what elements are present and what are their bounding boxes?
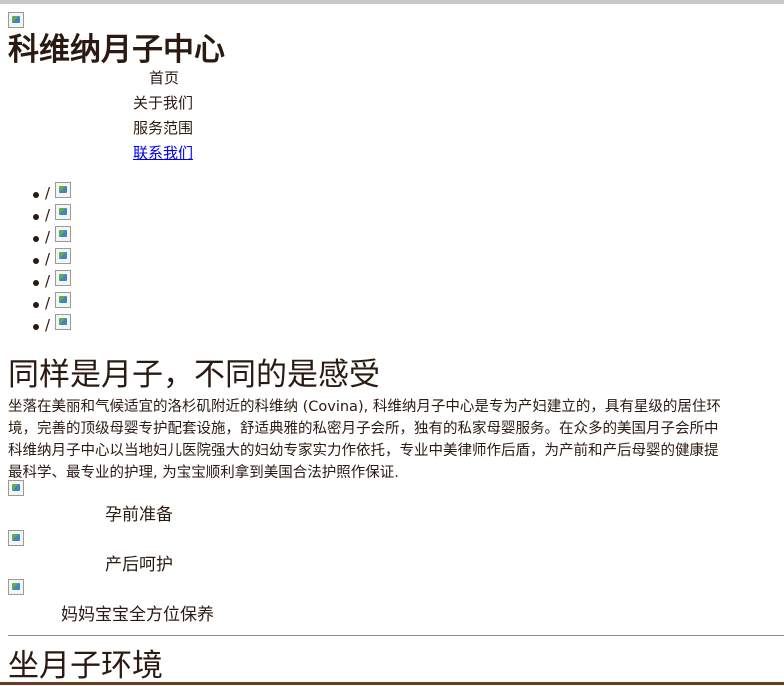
- bullet-icon: [33, 324, 39, 330]
- slider-separator: /: [45, 272, 51, 290]
- intro-line: 坐落在美丽和气候适宜的洛杉矶附近的科维纳 (Covina), 科维纳月子中心是专…: [8, 399, 721, 415]
- slider-separator: /: [45, 228, 51, 246]
- service-broken-image-icon: [8, 579, 24, 595]
- logo-broken-image-icon: [8, 12, 24, 28]
- slider-separator: /: [45, 206, 51, 224]
- intro-line: 科维纳月子中心以当地妇儿医院强大的妇幼专家实力作依托，专业中美律师作后盾，为产前…: [8, 443, 719, 459]
- slide-broken-image-icon: [55, 248, 71, 264]
- nav-item-about[interactable]: 关于我们: [133, 93, 193, 113]
- environment-heading: 坐月子环境: [8, 648, 163, 684]
- slide-broken-image-icon: [55, 204, 71, 220]
- service-label-prenatal: 孕前准备: [105, 505, 173, 525]
- section-divider: [8, 635, 784, 636]
- service-label-care: 妈妈宝宝全方位保养: [61, 605, 214, 625]
- bullet-icon: [33, 258, 39, 264]
- service-label-postnatal: 产后呵护: [105, 555, 173, 575]
- window-top-edge: [0, 0, 784, 4]
- slide-broken-image-icon: [55, 270, 71, 286]
- intro-line: 最科学、最专业的护理, 为宝宝顺利拿到美国合法护照作保证.: [8, 465, 399, 481]
- slider-separator: /: [45, 294, 51, 312]
- service-broken-image-icon: [8, 480, 24, 496]
- bullet-icon: [33, 280, 39, 286]
- bullet-icon: [33, 214, 39, 220]
- slider-separator: /: [45, 316, 51, 334]
- nav-item-contact[interactable]: 联系我们: [133, 143, 193, 163]
- service-broken-image-icon: [8, 530, 24, 546]
- slide-broken-image-icon: [55, 226, 71, 242]
- slider-separator: /: [45, 250, 51, 268]
- nav-item-home[interactable]: 首页: [149, 68, 179, 88]
- intro-heading: 同样是月子，不同的是感受: [8, 357, 380, 393]
- intro-paragraph: 坐落在美丽和气候适宜的洛杉矶附近的科维纳 (Covina), 科维纳月子中心是专…: [8, 396, 784, 484]
- slide-broken-image-icon: [55, 314, 71, 330]
- site-title: 科维纳月子中心: [8, 32, 225, 68]
- nav-item-services[interactable]: 服务范围: [133, 118, 193, 138]
- intro-line: 境，完善的顶级母婴专护配套设施，舒适典雅的私密月子会所，独有的私家母婴服务。在众…: [8, 421, 719, 437]
- bullet-icon: [33, 236, 39, 242]
- slide-broken-image-icon: [55, 292, 71, 308]
- slide-broken-image-icon: [55, 182, 71, 198]
- slider-separator: /: [45, 184, 51, 202]
- bullet-icon: [33, 192, 39, 198]
- bullet-icon: [33, 302, 39, 308]
